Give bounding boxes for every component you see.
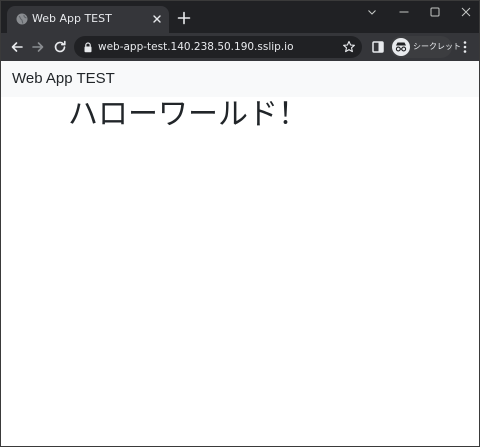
address-bar[interactable]: web-app-test.140.238.50.190.sslip.io — [74, 36, 362, 58]
new-tab-icon[interactable] — [176, 10, 192, 26]
globe-icon — [16, 13, 28, 25]
reload-icon[interactable] — [52, 39, 68, 55]
close-window-button[interactable] — [450, 1, 479, 23]
incognito-profile-button[interactable]: シークレット — [390, 36, 461, 58]
lock-icon[interactable] — [83, 42, 93, 53]
incognito-label: シークレット — [413, 42, 461, 51]
page-navbar: Web App TEST — [1, 61, 479, 97]
tab-search-button[interactable] — [356, 1, 388, 23]
forward-arrow-icon[interactable] — [30, 39, 46, 55]
back-arrow-icon[interactable] — [9, 39, 25, 55]
close-tab-icon[interactable] — [150, 12, 164, 26]
navbar-brand[interactable]: Web App TEST — [12, 70, 115, 88]
incognito-icon — [392, 38, 410, 56]
tab-title: Web App TEST — [32, 12, 112, 25]
more-menu-icon[interactable] — [457, 39, 473, 55]
maximize-icon — [430, 7, 440, 17]
close-icon — [461, 7, 471, 17]
maximize-button[interactable] — [419, 1, 451, 23]
browser-toolbar: web-app-test.140.238.50.190.sslip.io シーク… — [1, 33, 479, 61]
minimize-icon — [399, 11, 409, 13]
bookmark-star-icon[interactable] — [342, 40, 356, 54]
chevron-down-icon — [368, 10, 376, 15]
minimize-button[interactable] — [388, 1, 420, 23]
browser-window: Web App TEST web-app-test.140.238.50.190… — [0, 0, 480, 447]
tab-strip: Web App TEST — [1, 1, 479, 33]
side-panel-icon[interactable] — [370, 39, 386, 55]
page-heading: ハローワールド！ — [68, 97, 308, 132]
url-text[interactable]: web-app-test.140.238.50.190.sslip.io — [98, 40, 294, 54]
tab-web-app-test[interactable]: Web App TEST — [7, 6, 169, 33]
